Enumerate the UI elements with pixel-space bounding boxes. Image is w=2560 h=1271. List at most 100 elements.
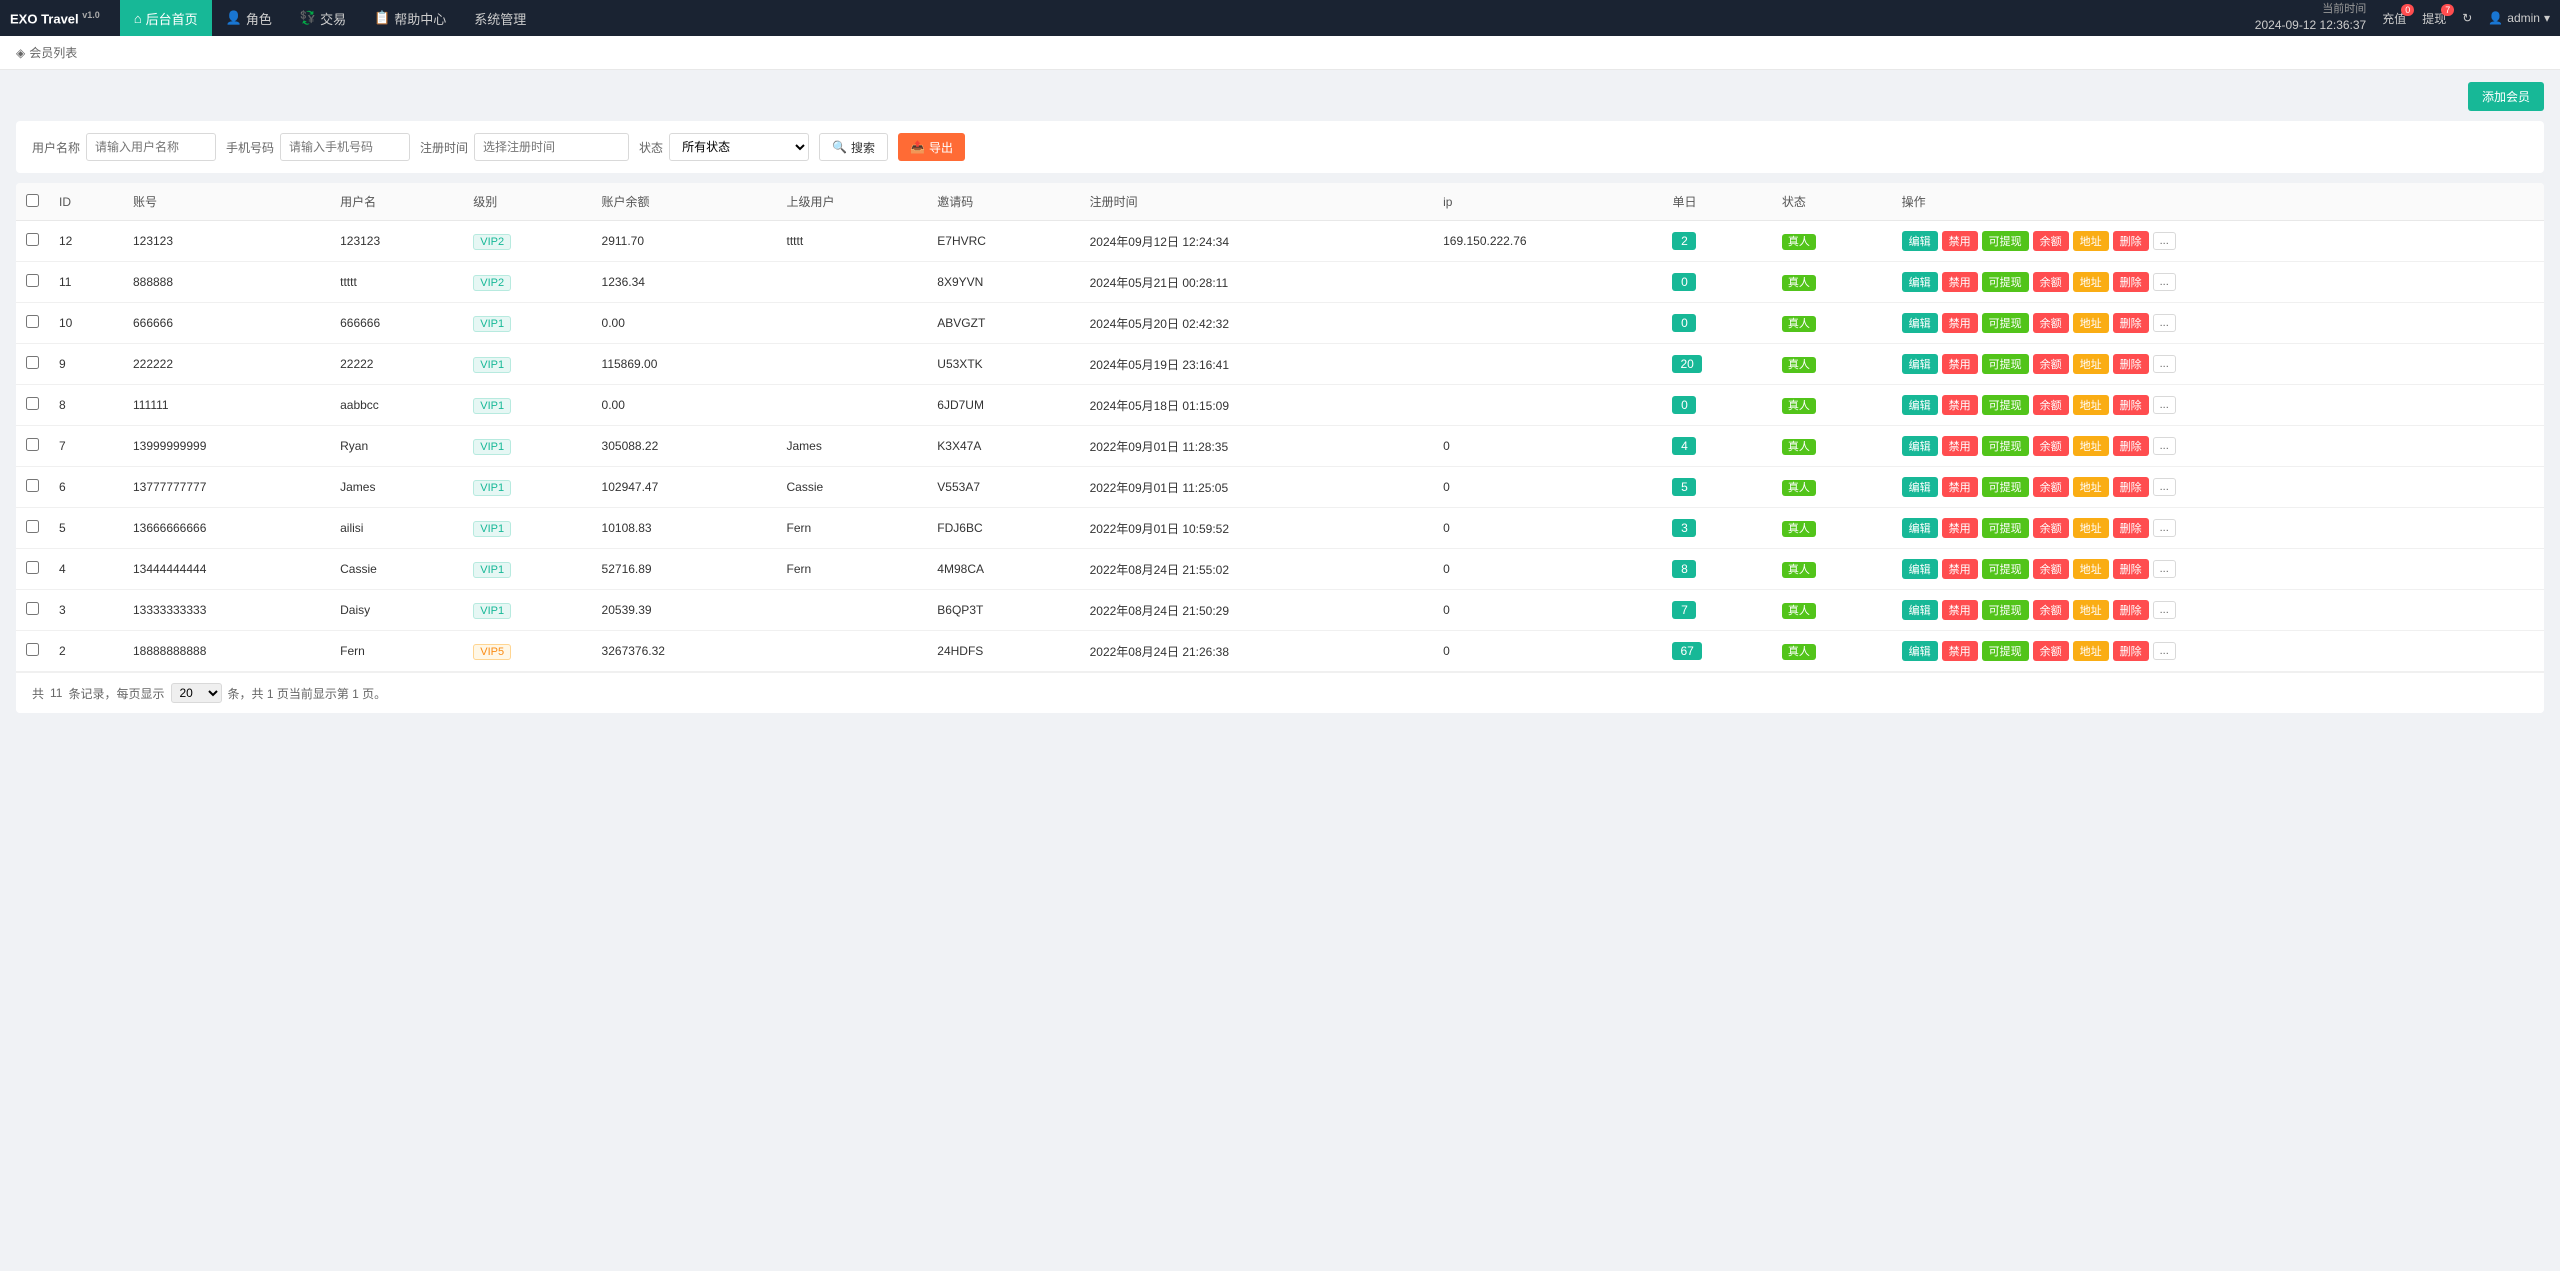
refresh-icon[interactable]: ↻ (2462, 11, 2472, 25)
nav-help[interactable]: 📋 帮助中心 (360, 0, 460, 36)
reset-button[interactable]: 地址 (2073, 641, 2109, 661)
ban-button[interactable]: 禁用 (1942, 641, 1978, 661)
row-checkbox-cell[interactable] (16, 344, 49, 385)
select-all-checkbox[interactable] (26, 194, 39, 207)
rebate-button[interactable]: 余额 (2033, 600, 2069, 620)
delete-button[interactable]: 删除 (2113, 395, 2149, 415)
permit-button[interactable]: 可提现 (1982, 395, 2029, 415)
edit-button[interactable]: 编辑 (1902, 600, 1938, 620)
more-button[interactable]: ... (2153, 314, 2176, 332)
permit-button[interactable]: 可提现 (1982, 354, 2029, 374)
row-checkbox-cell[interactable] (16, 221, 49, 262)
permit-button[interactable]: 可提现 (1982, 600, 2029, 620)
row-checkbox[interactable] (26, 233, 39, 246)
rebate-button[interactable]: 余额 (2033, 313, 2069, 333)
rebate-button[interactable]: 余额 (2033, 395, 2069, 415)
more-button[interactable]: ... (2153, 355, 2176, 373)
reset-button[interactable]: 地址 (2073, 436, 2109, 456)
more-button[interactable]: ... (2153, 273, 2176, 291)
search-button[interactable]: 🔍 搜索 (819, 133, 888, 161)
nav-transaction[interactable]: 💱 交易 (286, 0, 360, 36)
more-button[interactable]: ... (2153, 519, 2176, 537)
permit-button[interactable]: 可提现 (1982, 272, 2029, 292)
rebate-button[interactable]: 余额 (2033, 559, 2069, 579)
more-button[interactable]: ... (2153, 478, 2176, 496)
reset-button[interactable]: 地址 (2073, 559, 2109, 579)
admin-menu[interactable]: 👤 admin ▾ (2488, 11, 2550, 25)
ban-button[interactable]: 禁用 (1942, 518, 1978, 538)
phone-input[interactable] (280, 133, 410, 161)
row-checkbox-cell[interactable] (16, 303, 49, 344)
permit-button[interactable]: 可提现 (1982, 518, 2029, 538)
delete-button[interactable]: 删除 (2113, 477, 2149, 497)
reset-button[interactable]: 地址 (2073, 354, 2109, 374)
rebate-button[interactable]: 余额 (2033, 477, 2069, 497)
delete-button[interactable]: 删除 (2113, 641, 2149, 661)
ban-button[interactable]: 禁用 (1942, 477, 1978, 497)
rebate-button[interactable]: 余额 (2033, 436, 2069, 456)
ban-button[interactable]: 禁用 (1942, 272, 1978, 292)
status-select[interactable]: 所有状态 (669, 133, 809, 161)
delete-button[interactable]: 删除 (2113, 313, 2149, 333)
ban-button[interactable]: 禁用 (1942, 559, 1978, 579)
delete-button[interactable]: 删除 (2113, 231, 2149, 251)
edit-button[interactable]: 编辑 (1902, 354, 1938, 374)
nav-role[interactable]: 👤 角色 (212, 0, 286, 36)
select-all-header[interactable] (16, 183, 49, 221)
row-checkbox[interactable] (26, 397, 39, 410)
more-button[interactable]: ... (2153, 437, 2176, 455)
rebate-button[interactable]: 余额 (2033, 354, 2069, 374)
row-checkbox-cell[interactable] (16, 426, 49, 467)
nav-home[interactable]: ⌂ 后台首页 (120, 0, 212, 36)
reset-button[interactable]: 地址 (2073, 600, 2109, 620)
delete-button[interactable]: 删除 (2113, 518, 2149, 538)
permit-button[interactable]: 可提现 (1982, 313, 2029, 333)
delete-button[interactable]: 删除 (2113, 436, 2149, 456)
rebate-button[interactable]: 余额 (2033, 641, 2069, 661)
edit-button[interactable]: 编辑 (1902, 477, 1938, 497)
username-input[interactable] (86, 133, 216, 161)
more-button[interactable]: ... (2153, 642, 2176, 660)
delete-button[interactable]: 删除 (2113, 272, 2149, 292)
edit-button[interactable]: 编辑 (1902, 518, 1938, 538)
edit-button[interactable]: 编辑 (1902, 436, 1938, 456)
more-button[interactable]: ... (2153, 560, 2176, 578)
row-checkbox-cell[interactable] (16, 590, 49, 631)
permit-button[interactable]: 可提现 (1982, 641, 2029, 661)
row-checkbox[interactable] (26, 520, 39, 533)
row-checkbox-cell[interactable] (16, 631, 49, 672)
rebate-button[interactable]: 余额 (2033, 231, 2069, 251)
reset-button[interactable]: 地址 (2073, 272, 2109, 292)
row-checkbox-cell[interactable] (16, 385, 49, 426)
row-checkbox[interactable] (26, 438, 39, 451)
reset-button[interactable]: 地址 (2073, 231, 2109, 251)
regtime-input[interactable] (474, 133, 629, 161)
ban-button[interactable]: 禁用 (1942, 395, 1978, 415)
row-checkbox-cell[interactable] (16, 467, 49, 508)
delete-button[interactable]: 删除 (2113, 354, 2149, 374)
export-button[interactable]: 📤 导出 (898, 133, 965, 161)
rebate-button[interactable]: 余额 (2033, 272, 2069, 292)
row-checkbox[interactable] (26, 479, 39, 492)
row-checkbox-cell[interactable] (16, 549, 49, 590)
row-checkbox[interactable] (26, 602, 39, 615)
permit-button[interactable]: 可提现 (1982, 436, 2029, 456)
more-button[interactable]: ... (2153, 396, 2176, 414)
ban-button[interactable]: 禁用 (1942, 231, 1978, 251)
recharge-action[interactable]: 充值 0 (2382, 10, 2406, 27)
edit-button[interactable]: 编辑 (1902, 231, 1938, 251)
edit-button[interactable]: 编辑 (1902, 559, 1938, 579)
row-checkbox[interactable] (26, 643, 39, 656)
more-button[interactable]: ... (2153, 232, 2176, 250)
reset-button[interactable]: 地址 (2073, 395, 2109, 415)
reset-button[interactable]: 地址 (2073, 313, 2109, 333)
row-checkbox-cell[interactable] (16, 508, 49, 549)
edit-button[interactable]: 编辑 (1902, 272, 1938, 292)
edit-button[interactable]: 编辑 (1902, 641, 1938, 661)
nav-system[interactable]: 系统管理 (460, 0, 540, 36)
delete-button[interactable]: 删除 (2113, 600, 2149, 620)
reset-button[interactable]: 地址 (2073, 477, 2109, 497)
rebate-button[interactable]: 余额 (2033, 518, 2069, 538)
more-button[interactable]: ... (2153, 601, 2176, 619)
permit-button[interactable]: 可提现 (1982, 231, 2029, 251)
